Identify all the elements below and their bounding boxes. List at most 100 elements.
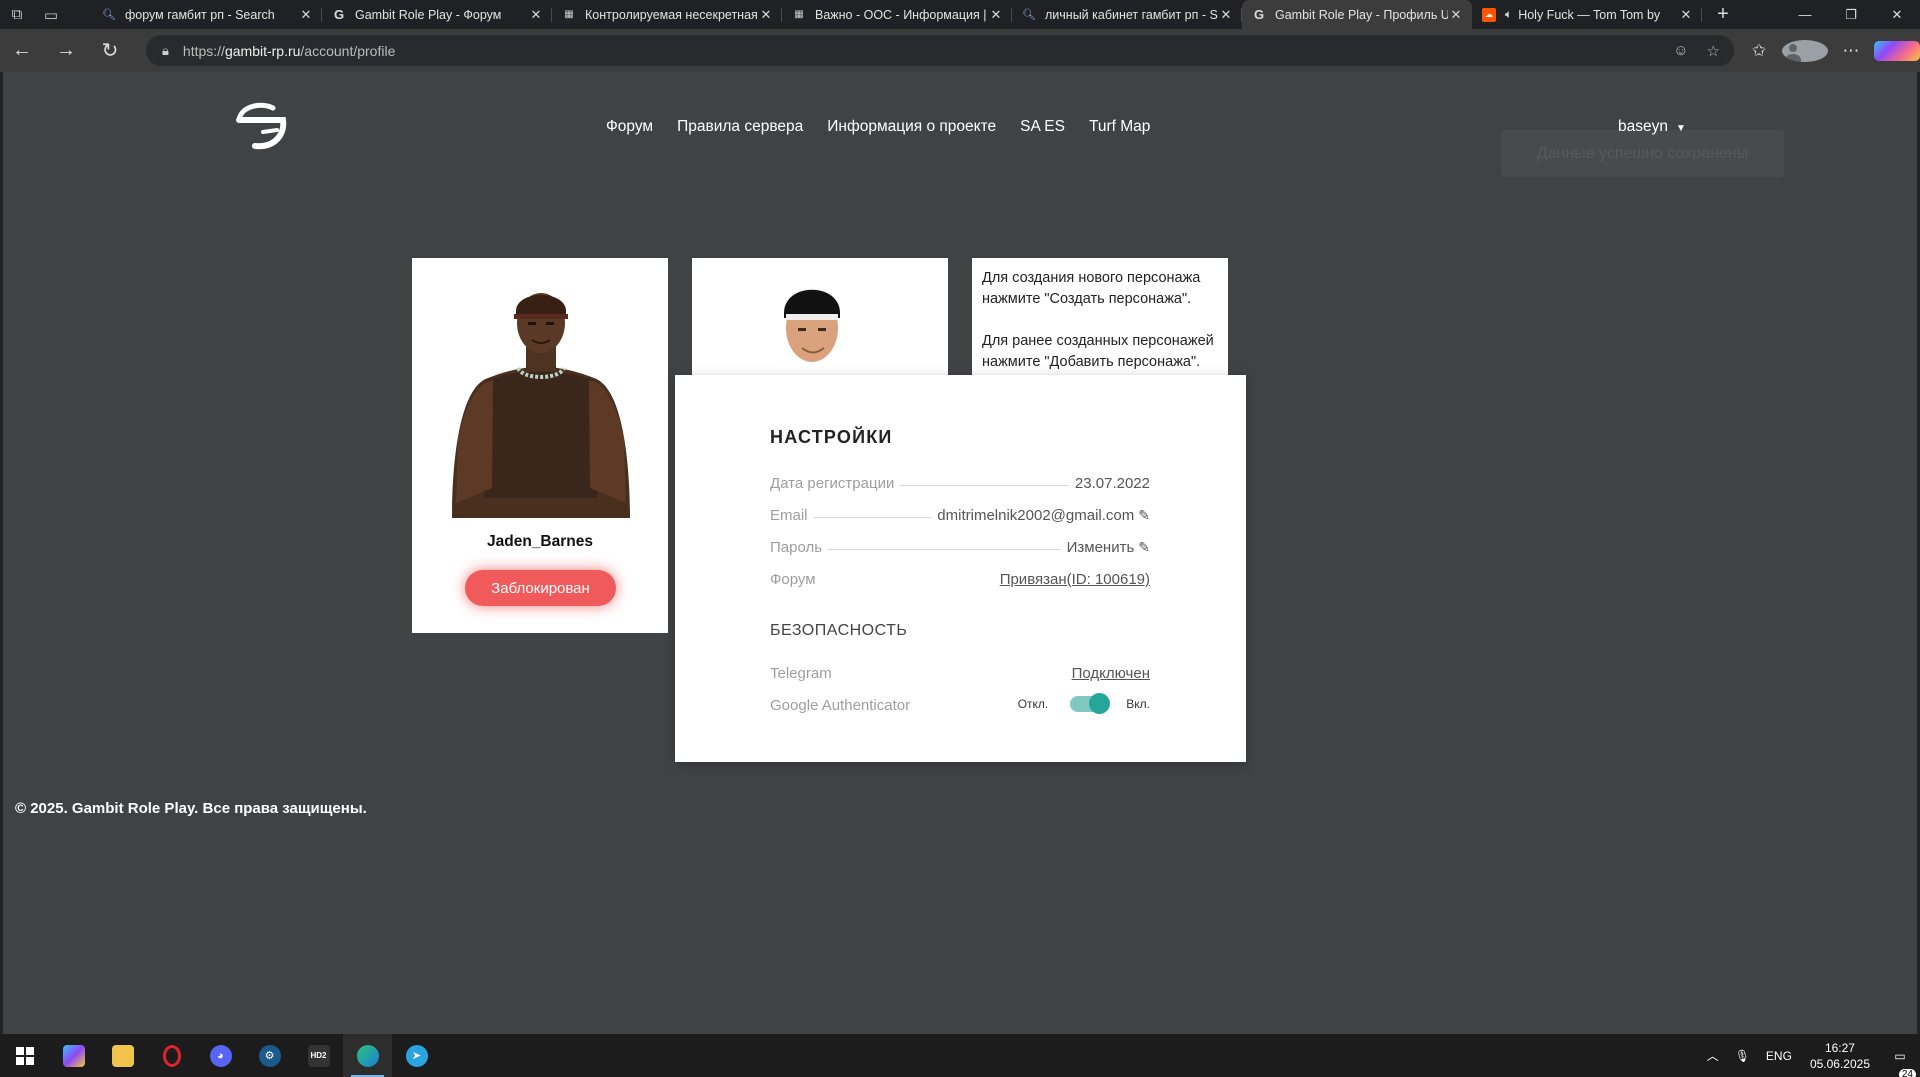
start-button[interactable] <box>0 1034 49 1077</box>
tab-title: Важно - ООС - Информация | <box>815 7 987 22</box>
speaker-icon[interactable]: 🔈︎ <box>1505 7 1512 22</box>
profile-icon[interactable] <box>1782 39 1828 62</box>
folder-icon <box>111 1044 134 1067</box>
info-card: Для создания нового персонажа нажмите "С… <box>972 258 1228 378</box>
row-label: Пароль <box>770 539 823 556</box>
nav-sa-es[interactable]: SA ES <box>1020 118 1065 136</box>
favorites-icon[interactable]: ✩ <box>1736 41 1782 61</box>
more-menu-icon[interactable]: ⋯ <box>1828 41 1874 61</box>
close-tab-icon[interactable]: ✕ <box>758 7 774 23</box>
nav-project-info[interactable]: Информация о проекте <box>827 118 996 136</box>
tab-3[interactable]: ▦ Важно - ООС - Информация | ✕ <box>782 0 1012 29</box>
close-tab-icon[interactable]: ✕ <box>528 7 544 23</box>
gambit-icon: G <box>1253 7 1265 22</box>
opera-app[interactable] <box>147 1034 196 1077</box>
tab-title: Gambit Role Play - Профиль UC <box>1275 7 1448 22</box>
close-window-icon[interactable]: ✕ <box>1874 0 1920 29</box>
edit-pencil-icon[interactable]: ✎ <box>1138 507 1150 524</box>
back-icon[interactable]: ← <box>0 29 44 72</box>
tray-expand-icon[interactable]: ︿ <box>1699 1047 1727 1064</box>
edge-icon <box>356 1044 379 1067</box>
tab-6[interactable]: ☁ 🔈︎ Holy Fuck — Tom Tom by ✕ <box>1472 0 1702 29</box>
tab-title: Holy Fuck — Tom Tom by <box>1518 7 1661 22</box>
info-create-text: Для создания нового персонажа нажмите "С… <box>982 270 1201 307</box>
forum-linked-link[interactable]: Привязан(ID: 100619) <box>1000 571 1150 588</box>
url-host: gambit-rp.ru <box>224 42 301 59</box>
tab-title: Gambit Role Play - Форум <box>355 7 502 22</box>
vk-icon: ▦ <box>794 9 804 20</box>
close-tab-icon[interactable]: ✕ <box>298 7 314 23</box>
tab-2[interactable]: ▦ Контролируемая несекретная ✕ <box>552 0 782 29</box>
close-tab-icon[interactable]: ✕ <box>1678 7 1694 23</box>
tab-1[interactable]: G Gambit Role Play - Форум ✕ <box>322 0 552 29</box>
registration-date-value: 23.07.2022 <box>1074 475 1150 492</box>
copilot-app[interactable] <box>49 1034 98 1077</box>
tracking-icon[interactable]: ☺ <box>1673 42 1688 59</box>
edge-app[interactable] <box>343 1034 392 1077</box>
file-explorer-app[interactable] <box>98 1034 147 1077</box>
user-menu[interactable]: baseyn ▼ <box>1618 118 1686 136</box>
character-card[interactable] <box>692 258 948 378</box>
address-bar[interactable]: 🔒︎ https://gambit-rp.ru/account/profile … <box>146 35 1734 66</box>
refresh-icon[interactable]: ↻ <box>88 29 132 72</box>
search-icon: 🔍︎ <box>1022 9 1036 21</box>
restore-icon[interactable]: ❐ <box>1828 0 1874 29</box>
character-avatar <box>452 293 630 518</box>
tab-4[interactable]: 🔍︎ личный кабинет гамбит рп - S ✕ <box>1012 0 1242 29</box>
lock-icon[interactable]: 🔒︎ <box>162 43 169 59</box>
steam-app[interactable]: ⚙ <box>245 1034 294 1077</box>
search-icon: 🔍︎ <box>102 9 116 21</box>
registration-date-row: Дата регистрации 23.07.2022 <box>770 460 1150 492</box>
forward-icon[interactable]: → <box>44 29 88 72</box>
tab-title: форум гамбит рп - Search <box>125 7 275 22</box>
favorite-star-icon[interactable]: ☆ <box>1707 42 1720 60</box>
footer-copyright: © 2025. Gambit Role Play. Все права защи… <box>15 800 367 817</box>
success-toast: Данные успешно сохранены <box>1501 130 1784 177</box>
row-label: Форум <box>770 571 816 588</box>
clock-date: 05.06.2025 <box>1809 1056 1870 1071</box>
new-tab-button[interactable]: + <box>1706 0 1740 29</box>
row-label: Google Authenticator <box>770 697 911 714</box>
toggle-off-label: Откл. <box>1017 697 1049 711</box>
workspaces-icon[interactable]: ⧉ <box>0 0 34 29</box>
character-card[interactable]: Jaden_Barnes Заблокирован <box>412 258 668 633</box>
username: baseyn <box>1618 118 1668 135</box>
telegram-connected-link[interactable]: Подключен <box>1072 665 1150 682</box>
nav-turf-map[interactable]: Turf Map <box>1089 118 1150 136</box>
clock-time: 16:27 <box>1824 1040 1855 1055</box>
tab-actions-icon[interactable]: ▭ <box>34 0 68 29</box>
system-tray: ︿ 🎙︎ ENG 16:27 05.06.2025 ▭ 24 <box>1699 1034 1920 1077</box>
change-password-link[interactable]: Изменить <box>1067 539 1135 556</box>
close-tab-icon[interactable]: ✕ <box>1448 7 1464 23</box>
blocked-status-button[interactable]: Заблокирован <box>465 570 616 606</box>
tab-0[interactable]: 🔍︎ форум гамбит рп - Search ✕ <box>92 0 322 29</box>
nav-forum[interactable]: Форум <box>606 118 653 136</box>
copilot-icon <box>62 1044 85 1067</box>
game-app[interactable]: HD2 <box>294 1034 343 1077</box>
close-tab-icon[interactable]: ✕ <box>988 7 1004 23</box>
password-row: Пароль Изменить ✎ <box>770 524 1150 556</box>
toggle-on-label: Вкл. <box>1126 697 1150 711</box>
minimize-icon[interactable]: — <box>1782 0 1828 29</box>
settings-title: НАСТРОЙКИ <box>770 427 893 447</box>
settings-content: НАСТРОЙКИ Дата регистрации 23.07.2022 Em… <box>770 427 1150 714</box>
language-indicator[interactable]: ENG <box>1758 1049 1800 1063</box>
google-auth-row: Google Authenticator Откл. Вкл. <box>770 682 1150 714</box>
toolbar-right: ✩ ⋯ <box>1736 29 1920 72</box>
copilot-icon[interactable] <box>1874 40 1920 61</box>
url-prefix: https:// <box>182 42 225 59</box>
nav-rules[interactable]: Правила сервера <box>677 118 803 136</box>
google-auth-toggle[interactable] <box>1070 693 1111 714</box>
url-path: /account/profile <box>300 42 396 59</box>
tab-5-active[interactable]: G Gambit Role Play - Профиль UC ✕ <box>1242 0 1472 29</box>
clock[interactable]: 16:27 05.06.2025 <box>1800 1040 1880 1072</box>
close-tab-icon[interactable]: ✕ <box>1218 7 1234 23</box>
notification-center-icon[interactable]: ▭ 24 <box>1880 1049 1920 1077</box>
telegram-app[interactable]: ➤ <box>392 1034 441 1077</box>
steam-icon: ⚙ <box>258 1044 281 1067</box>
gambit-logo-icon[interactable] <box>233 100 291 152</box>
telegram-icon: ➤ <box>405 1044 428 1067</box>
edit-pencil-icon[interactable]: ✎ <box>1138 539 1150 556</box>
microphone-icon[interactable]: 🎙︎ <box>1727 1049 1758 1063</box>
discord-app[interactable]: ◕ <box>196 1034 245 1077</box>
